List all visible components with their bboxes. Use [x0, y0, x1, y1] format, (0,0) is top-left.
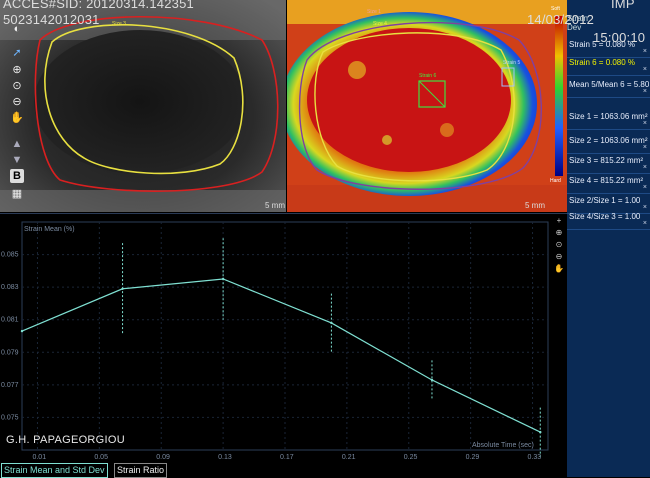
elastogram-image: [287, 0, 567, 212]
bmode-image: [0, 0, 286, 212]
graph-zoom-out-icon[interactable]: ⊖: [554, 252, 564, 262]
measurement-separator: [567, 75, 650, 76]
remove-measurement-icon[interactable]: ×: [643, 164, 647, 171]
add-icon[interactable]: +: [554, 216, 564, 226]
y-tick-label: 0.081: [1, 317, 19, 324]
zoom-out-icon[interactable]: ⊖: [10, 95, 24, 109]
remove-measurement-icon[interactable]: ×: [643, 120, 647, 127]
exam-date: 14/03/2012: [527, 12, 595, 27]
measurement-separator: [567, 97, 650, 98]
graph-pan-hand-icon[interactable]: ✋: [554, 264, 564, 274]
data-point: [221, 277, 225, 281]
tab-strain-ratio[interactable]: Strain Ratio: [114, 463, 168, 478]
remove-measurement-icon[interactable]: ×: [643, 204, 647, 211]
elastogram-panel[interactable]: Size 1 Size 4 Strain 6 Strain 5 Soft Har…: [287, 0, 567, 212]
id-line: 5023142012031: [3, 12, 100, 27]
x-tick-label: 0.29: [466, 454, 480, 461]
data-point: [330, 321, 333, 325]
remove-measurement-icon[interactable]: ×: [643, 144, 647, 151]
x-tick-label: 0.33: [528, 454, 542, 461]
strain-mean-chart: 0.01 0.05 0.09 0.13 0.17 0.21 0.25 0.29 0.33 0.08…: [1, 221, 549, 461]
x-axis-label: Absolute Time (sec): [472, 442, 534, 449]
grid-icon[interactable]: ▦: [10, 187, 24, 201]
probe-icon[interactable]: ▲: [10, 137, 24, 151]
measurement-separator: [567, 129, 650, 130]
data-point: [430, 378, 434, 382]
x-tick-label: 0.05: [94, 454, 108, 461]
measurement-item[interactable]: Size 2/Size 1 = 1.00: [569, 196, 640, 205]
x-tick-label: 0.01: [32, 454, 46, 461]
remove-measurement-icon[interactable]: ×: [643, 88, 647, 95]
y-tick-label: 0.079: [1, 349, 19, 356]
x-tick-label: 0.25: [404, 454, 418, 461]
measurements-panel: IMP Strain Dev Strain 5 = 0.080 % × Strain…: [567, 0, 650, 477]
colorbar-hard-label: Hard: [550, 178, 561, 184]
operator-name: G.H. PAPAGEORGIOU: [6, 434, 125, 446]
measurement-item[interactable]: Size 2 = 1063.06 mm²: [569, 136, 647, 145]
measurement-separator: [567, 229, 650, 230]
bmode-toggle-button[interactable]: B: [10, 169, 24, 183]
bmode-image-panel[interactable]: Size 3 5 mm ◐ ➚ ⊕ ⊙ ⊖ ✋ ▲ ▼ B ▦: [0, 0, 286, 212]
data-point: [121, 287, 124, 290]
remove-measurement-icon[interactable]: ×: [643, 66, 647, 73]
measurement-separator: [567, 173, 650, 174]
colorbar: [555, 16, 563, 176]
data-point: [20, 329, 24, 333]
elasto-scale-label: 5 mm: [525, 201, 545, 210]
zoom-in-icon[interactable]: ⊕: [10, 63, 24, 77]
measurement-item[interactable]: Mean 5/Mean 6 = 5.80: [569, 80, 649, 89]
tab-strain-mean[interactable]: Strain Mean and Std Dev: [1, 463, 108, 478]
strain-graph-panel[interactable]: 0.01 0.05 0.09 0.13 0.17 0.21 0.25 0.29 0.33 0.08…: [0, 213, 567, 463]
measurement-item[interactable]: Strain 6 = 0.080 %: [569, 58, 635, 67]
y-tick-label: 0.083: [1, 284, 19, 291]
measurement-item[interactable]: Size 4/Size 3 = 1.00: [569, 212, 640, 221]
x-tick-label: 0.21: [342, 454, 356, 461]
x-tick-label: 0.17: [280, 454, 294, 461]
data-point: [539, 430, 542, 434]
y-tick-label: 0.075: [1, 414, 19, 421]
roi-strain5-label: Strain 5: [503, 60, 521, 66]
strain-mean-line: [21, 278, 541, 433]
remove-measurement-icon[interactable]: ×: [643, 220, 647, 227]
x-tick-label: 0.13: [218, 454, 232, 461]
measurement-item[interactable]: Size 3 = 815.22 mm²: [569, 156, 643, 165]
roi-size4-label: Size 4: [373, 21, 387, 27]
probe-alt-icon[interactable]: ▼: [10, 153, 24, 167]
graph-tabs: Strain Mean and Std Dev Strain Ratio: [0, 462, 567, 478]
remove-measurement-icon[interactable]: ×: [643, 184, 647, 191]
zoom-reset-icon[interactable]: ⊙: [10, 79, 24, 93]
plot-frame: [21, 221, 549, 451]
measurement-item[interactable]: Size 1 = 1063.06 mm²: [569, 112, 647, 121]
y-tick-label: 0.085: [1, 252, 19, 259]
y-axis-label: Strain Mean (%): [24, 226, 75, 233]
graph-zoom-in-icon[interactable]: ⊕: [554, 228, 564, 238]
measurement-separator: [567, 153, 650, 154]
y-tick-label: 0.077: [1, 382, 19, 389]
imp-label: IMP: [611, 0, 635, 11]
pointer-icon[interactable]: ➚: [10, 46, 24, 60]
accession-line: ACCES#SID: 20120314.142351: [3, 0, 194, 11]
exam-time: 15:00:10: [593, 30, 646, 45]
measurement-separator: [567, 193, 650, 194]
graph-zoom-reset-icon[interactable]: ⊙: [554, 240, 564, 250]
roi-size3-label: Size 3: [112, 21, 126, 27]
bmode-scale-label: 5 mm: [265, 201, 285, 210]
roi-size1-label: Size 1: [367, 9, 381, 15]
pan-hand-icon[interactable]: ✋: [10, 111, 24, 125]
x-tick-label: 0.09: [156, 454, 170, 461]
remove-measurement-icon[interactable]: ×: [643, 48, 647, 55]
measurement-item[interactable]: Size 4 = 815.22 mm²: [569, 176, 643, 185]
roi-strain6-label: Strain 6: [419, 73, 437, 79]
